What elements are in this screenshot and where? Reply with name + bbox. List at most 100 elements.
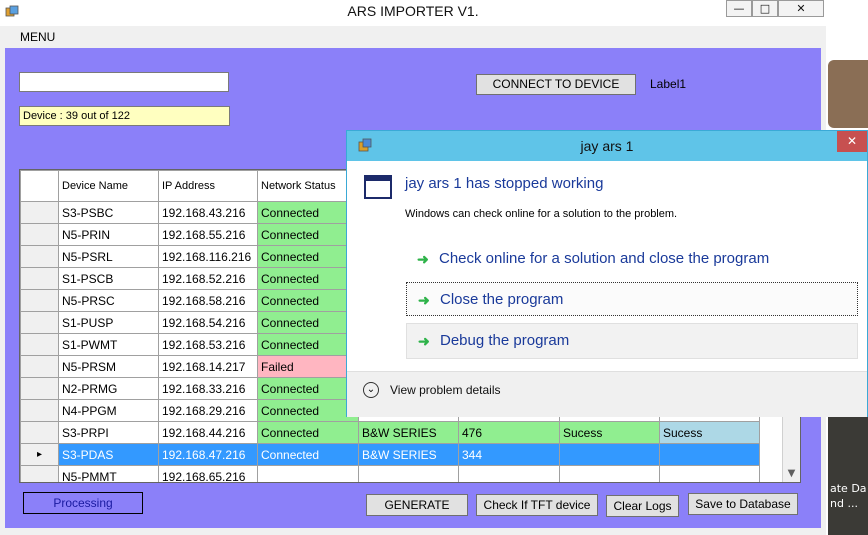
cell-count[interactable]: 476 <box>458 421 560 444</box>
menu-item-menu[interactable]: MENU <box>20 30 55 44</box>
check-online-option[interactable]: ➜ Check online for a solution and close … <box>406 242 858 276</box>
cell-result-2[interactable] <box>659 465 760 482</box>
generate-button[interactable]: GENERATE <box>366 494 468 516</box>
cell-ip-address[interactable]: 192.168.55.216 <box>158 223 258 246</box>
cell-ip-address[interactable]: 192.168.29.216 <box>158 399 258 422</box>
green-arrow-icon: ➜ <box>418 292 430 308</box>
table-row[interactable]: N5-PMMT 192.168.65.216 <box>20 465 760 482</box>
cell-network-status[interactable]: Connected <box>257 421 359 444</box>
option-label: Check online for a solution and close th… <box>439 250 770 267</box>
device-input[interactable] <box>19 72 229 92</box>
cell-ip-address[interactable]: 192.168.44.216 <box>158 421 258 444</box>
cell-network-status[interactable]: Connected <box>257 399 359 422</box>
row-header[interactable] <box>20 377 59 400</box>
window-title: ARS IMPORTER V1. <box>347 3 479 19</box>
row-header[interactable] <box>20 465 59 482</box>
row-header[interactable] <box>20 201 59 224</box>
cell-device-name[interactable]: S1-PUSP <box>58 311 159 334</box>
device-count-label: Device : 39 out of 122 <box>19 106 230 126</box>
cell-ip-address[interactable]: 192.168.58.216 <box>158 289 258 312</box>
cell-ip-address[interactable]: 192.168.33.216 <box>158 377 258 400</box>
check-tft-device-button[interactable]: Check If TFT device <box>476 494 598 516</box>
cell-ip-address[interactable]: 192.168.54.216 <box>158 311 258 334</box>
minimize-button[interactable]: — <box>726 0 752 17</box>
row-header[interactable] <box>20 245 59 268</box>
cell-device-name[interactable]: N5-PMMT <box>58 465 159 482</box>
cell-device-name[interactable]: N5-PSRL <box>58 245 159 268</box>
menu-bar: MENU <box>5 26 821 48</box>
row-header[interactable] <box>20 223 59 246</box>
cell-network-status[interactable]: Connected <box>257 223 359 246</box>
cell-device-name[interactable]: N5-PRSC <box>58 289 159 312</box>
cell-network-status[interactable]: Failed <box>257 355 359 378</box>
table-row[interactable]: ▸ S3-PDAS 192.168.47.216 Connected B&W SERIE… <box>20 443 760 466</box>
cell-ip-address[interactable]: 192.168.116.216 <box>158 245 258 268</box>
cell-network-status[interactable]: Connected <box>257 333 359 356</box>
row-header[interactable] <box>20 399 59 422</box>
row-header[interactable] <box>20 421 59 444</box>
clear-logs-button[interactable]: Clear Logs <box>606 495 679 517</box>
close-program-option[interactable]: ➜ Close the program <box>406 282 858 316</box>
row-header[interactable] <box>20 289 59 312</box>
row-header[interactable] <box>20 355 59 378</box>
option-label: Debug the program <box>440 332 570 349</box>
option-label: Close the program <box>440 291 564 308</box>
cell-device-name[interactable]: S3-PRPI <box>58 421 159 444</box>
cell-series[interactable]: B&W SERIES <box>358 421 459 444</box>
cell-ip-address[interactable]: 192.168.52.216 <box>158 267 258 290</box>
cell-device-name[interactable]: S3-PSBC <box>58 201 159 224</box>
cell-ip-address[interactable]: 192.168.53.216 <box>158 333 258 356</box>
cell-device-name[interactable]: S1-PWMT <box>58 333 159 356</box>
cell-ip-address[interactable]: 192.168.14.217 <box>158 355 258 378</box>
row-header[interactable] <box>20 333 59 356</box>
cell-result-1[interactable] <box>559 465 660 482</box>
cell-count[interactable]: 344 <box>458 443 560 466</box>
cell-ip-address[interactable]: 192.168.65.216 <box>158 465 258 482</box>
dialog-body: jay ars 1 has stopped working Windows ca… <box>347 161 867 373</box>
cell-result-1[interactable]: Sucess <box>559 421 660 444</box>
cell-device-name[interactable]: N5-PRIN <box>58 223 159 246</box>
cell-result-2[interactable] <box>659 443 760 466</box>
row-header[interactable]: ▸ <box>20 443 59 466</box>
cell-result-2[interactable]: Sucess <box>659 421 760 444</box>
cell-network-status[interactable] <box>257 465 359 482</box>
cell-series[interactable]: B&W SERIES <box>358 443 459 466</box>
error-dialog: jay ars 1 ✕ jay ars 1 has stopped workin… <box>346 130 868 417</box>
cell-network-status[interactable]: Connected <box>257 311 359 334</box>
column-header-device-name[interactable]: Device Name <box>58 170 159 202</box>
close-button[interactable]: ✕ <box>778 0 824 17</box>
cell-ip-address[interactable]: 192.168.47.216 <box>158 443 258 466</box>
cell-network-status[interactable]: Connected <box>257 377 359 400</box>
cell-result-1[interactable] <box>559 443 660 466</box>
chevron-down-icon[interactable]: ⌄ <box>363 382 379 398</box>
cell-count[interactable] <box>458 465 560 482</box>
cell-device-name[interactable]: N4-PPGM <box>58 399 159 422</box>
cell-network-status[interactable]: Connected <box>257 443 359 466</box>
label1: Label1 <box>650 77 687 91</box>
cell-device-name[interactable]: S3-PDAS <box>58 443 159 466</box>
column-header-network-status[interactable]: Network Status <box>257 170 359 202</box>
cell-network-status[interactable]: Connected <box>257 289 359 312</box>
maximize-button[interactable]: □ <box>752 0 778 17</box>
scroll-down-icon[interactable]: ▼ <box>783 465 800 482</box>
row-header[interactable] <box>20 311 59 334</box>
connect-to-device-button[interactable]: CONNECT TO DEVICE <box>476 74 636 95</box>
column-header-ip-address[interactable]: IP Address <box>158 170 258 202</box>
cell-ip-address[interactable]: 192.168.43.216 <box>158 201 258 224</box>
save-to-database-button[interactable]: Save to Database <box>688 493 798 515</box>
cell-device-name[interactable]: N2-PRMG <box>58 377 159 400</box>
cell-network-status[interactable]: Connected <box>257 245 359 268</box>
cell-device-name[interactable]: N5-PRSM <box>58 355 159 378</box>
cell-network-status[interactable]: Connected <box>257 267 359 290</box>
view-problem-details-link[interactable]: View problem details <box>390 383 501 397</box>
table-row[interactable]: S3-PRPI 192.168.44.216 Connected B&W SERIES… <box>20 421 760 444</box>
cell-device-name[interactable]: S1-PSCB <box>58 267 159 290</box>
dialog-close-button[interactable]: ✕ <box>837 131 867 152</box>
dialog-subtext: Windows can check online for a solution … <box>405 208 678 220</box>
dialog-title: jay ars 1 <box>580 138 634 154</box>
debug-program-option[interactable]: ➜ Debug the program <box>406 323 858 359</box>
background-photo <box>828 60 868 128</box>
row-header[interactable] <box>20 267 59 290</box>
cell-network-status[interactable]: Connected <box>257 201 359 224</box>
cell-series[interactable] <box>358 465 459 482</box>
